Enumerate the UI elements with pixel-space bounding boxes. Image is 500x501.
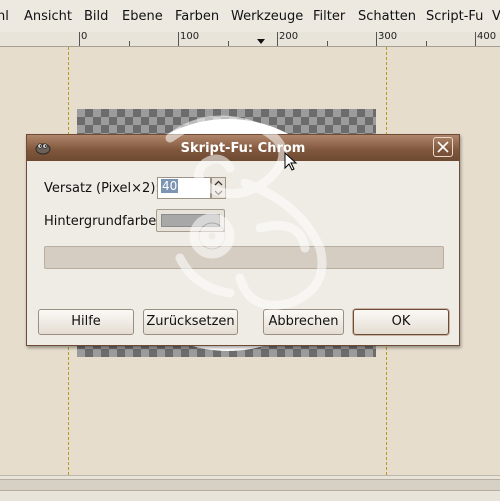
- chevron-down-icon: [214, 190, 223, 196]
- bg-color-swatch: [161, 214, 220, 227]
- offset-spin-buttons[interactable]: [211, 177, 226, 199]
- dialog-titlebar[interactable]: Skript-Fu: Chrom: [27, 135, 459, 161]
- ruler-tick: [228, 41, 229, 46]
- menu-item-werkzeuge[interactable]: Werkzeuge: [231, 9, 303, 24]
- ruler-tick: [79, 32, 80, 46]
- ruler-tick: [178, 32, 179, 46]
- menu-item-ebene[interactable]: Ebene: [122, 9, 163, 24]
- close-icon: [437, 141, 449, 153]
- bg-color-label: Hintergrundfarbe:: [44, 214, 161, 229]
- menu-item-schatten[interactable]: Schatten: [358, 9, 416, 24]
- ruler-label: 0: [81, 31, 88, 42]
- offset-spin-input[interactable]: 40: [157, 177, 211, 199]
- menu-item-bild[interactable]: Bild: [84, 9, 108, 24]
- ruler-label: 200: [279, 31, 299, 42]
- horizontal-ruler[interactable]: 0 100 200 300 400: [0, 31, 500, 47]
- ruler-tick: [376, 32, 377, 46]
- ruler-tick: [277, 32, 278, 46]
- bg-color-button[interactable]: [156, 209, 225, 232]
- close-button[interactable]: [433, 137, 453, 157]
- horizontal-scrollbar[interactable]: [0, 479, 500, 491]
- menu-item-filter[interactable]: Filter: [313, 9, 345, 24]
- progress-bar: [44, 246, 444, 269]
- ruler-tick: [475, 32, 476, 46]
- menu-item-ansicht[interactable]: Ansicht: [24, 9, 72, 24]
- ok-button[interactable]: OK: [353, 309, 449, 335]
- menubar: nl Ansicht Bild Ebene Farben Werkzeuge F…: [0, 0, 500, 33]
- menu-item-farben[interactable]: Farben: [175, 9, 219, 24]
- mouse-pointer-icon: [284, 152, 298, 171]
- menu-item-script-fu[interactable]: Script-Fu: [426, 9, 483, 24]
- cancel-button[interactable]: Abbrechen: [263, 309, 344, 335]
- reset-button[interactable]: Zurücksetzen: [143, 309, 238, 335]
- ruler-label: 400: [477, 31, 497, 42]
- menu-item-truncated-left[interactable]: nl: [0, 9, 9, 24]
- ruler-label: 100: [180, 31, 200, 42]
- script-fu-dialog: Skript-Fu: Chrom Versatz (Pixel×2): 40 H…: [26, 134, 460, 346]
- chevron-up-icon: [214, 180, 223, 186]
- ruler-tick: [129, 41, 130, 46]
- ruler-tick: [327, 41, 328, 46]
- dialog-title: Skript-Fu: Chrom: [180, 141, 306, 156]
- ruler-pointer-marker: [257, 39, 265, 44]
- ruler-label: 300: [378, 31, 398, 42]
- help-button[interactable]: Hilfe: [38, 309, 134, 335]
- offset-label: Versatz (Pixel×2):: [44, 181, 160, 196]
- menu-item-truncated-right[interactable]: V: [492, 9, 500, 24]
- offset-value: 40: [161, 179, 179, 193]
- spin-arrows: [214, 180, 223, 196]
- ruler-tick: [426, 41, 427, 46]
